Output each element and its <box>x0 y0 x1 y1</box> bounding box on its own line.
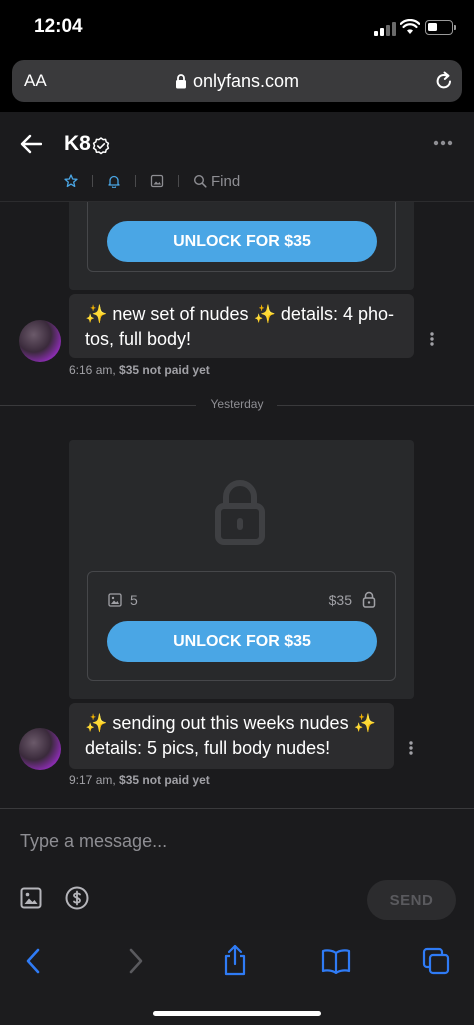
message-composer: SEND <box>0 808 474 930</box>
chat-messages[interactable]: UNLOCK FOR $35 ✨ new set of nudes ✨ deta… <box>0 202 474 808</box>
search-icon[interactable] <box>193 174 207 188</box>
message-meta: 9:17 am, $35 not paid yet <box>69 773 210 787</box>
message-meta: 6:16 am, $35 not paid yet <box>69 363 210 377</box>
url-text: onlyfans.com <box>192 71 300 91</box>
tip-dollar-icon[interactable] <box>65 886 89 910</box>
back-arrow-icon[interactable] <box>20 134 42 154</box>
verified-badge-icon <box>92 137 110 155</box>
bell-icon[interactable] <box>107 174 121 188</box>
locked-media-card: UNLOCK FOR $35 <box>69 202 414 290</box>
lock-icon <box>175 74 186 89</box>
payment-status: $35 not paid yet <box>119 363 210 377</box>
locked-content-icon <box>215 480 265 545</box>
message-options-icon[interactable] <box>409 741 413 755</box>
media-count: 5 <box>130 592 138 608</box>
status-time: 12:04 <box>34 16 83 37</box>
message-text: ✨ sending out this weeks nudes ✨ details… <box>85 713 376 758</box>
day-separator: Yesterday <box>0 396 474 416</box>
message-time: 6:16 am, <box>69 363 116 377</box>
find-label[interactable]: Find <box>211 173 240 190</box>
locked-media-panel: UNLOCK FOR $35 <box>87 202 396 272</box>
day-separator-label: Yesterday <box>210 397 264 411</box>
subbar-divider <box>135 175 136 187</box>
tabs-icon[interactable] <box>422 947 450 975</box>
avatar[interactable] <box>19 728 61 770</box>
bookmarks-icon[interactable] <box>321 948 351 974</box>
wifi-icon <box>400 19 420 34</box>
unlock-button[interactable]: UNLOCK FOR $35 <box>107 621 377 662</box>
message-options-icon[interactable] <box>430 332 434 346</box>
battery-cap <box>454 25 456 30</box>
home-indicator <box>153 1011 321 1016</box>
lock-icon <box>362 591 376 608</box>
chat-header: K8 Find <box>0 112 474 202</box>
send-button[interactable]: SEND <box>367 880 456 920</box>
message-input[interactable] <box>20 829 450 853</box>
browser-address-area: AA onlyfans.com <box>0 54 474 112</box>
image-gallery-icon[interactable] <box>150 174 164 188</box>
share-icon[interactable] <box>222 944 248 976</box>
browser-forward-icon[interactable] <box>128 948 144 974</box>
chat-subbar: Find <box>64 170 240 192</box>
status-bar: 12:04 <box>0 0 474 54</box>
subbar-divider <box>178 175 179 187</box>
star-icon[interactable] <box>64 174 78 188</box>
attach-image-icon[interactable] <box>20 887 42 909</box>
reload-icon[interactable] <box>434 71 454 91</box>
battery-icon <box>425 20 453 35</box>
message-bubble: ✨ sending out this weeks nudes ✨ details… <box>69 703 394 769</box>
cellular-signal-icon <box>374 22 396 36</box>
url-field[interactable]: onlyfans.com <box>12 71 462 92</box>
message-time: 9:17 am, <box>69 773 116 787</box>
subbar-divider <box>92 175 93 187</box>
message-text: ✨ new set of nudes ✨ details: 4 pho-tos,… <box>85 304 394 349</box>
avatar[interactable] <box>19 320 61 362</box>
media-price: $35 <box>328 592 352 608</box>
locked-media-panel: 5 $35 UNLOCK FOR $35 <box>87 571 396 681</box>
address-bar[interactable]: AA onlyfans.com <box>12 60 462 102</box>
payment-status: $35 not paid yet <box>119 773 210 787</box>
image-count-icon <box>108 593 122 607</box>
browser-back-icon[interactable] <box>25 948 41 974</box>
locked-media-card: 5 $35 UNLOCK FOR $35 <box>69 440 414 699</box>
unlock-button[interactable]: UNLOCK FOR $35 <box>107 221 377 262</box>
contact-name[interactable]: K8 <box>64 132 91 156</box>
message-bubble: ✨ new set of nudes ✨ details: 4 pho-tos,… <box>69 294 414 358</box>
more-options-icon[interactable] <box>433 140 453 146</box>
